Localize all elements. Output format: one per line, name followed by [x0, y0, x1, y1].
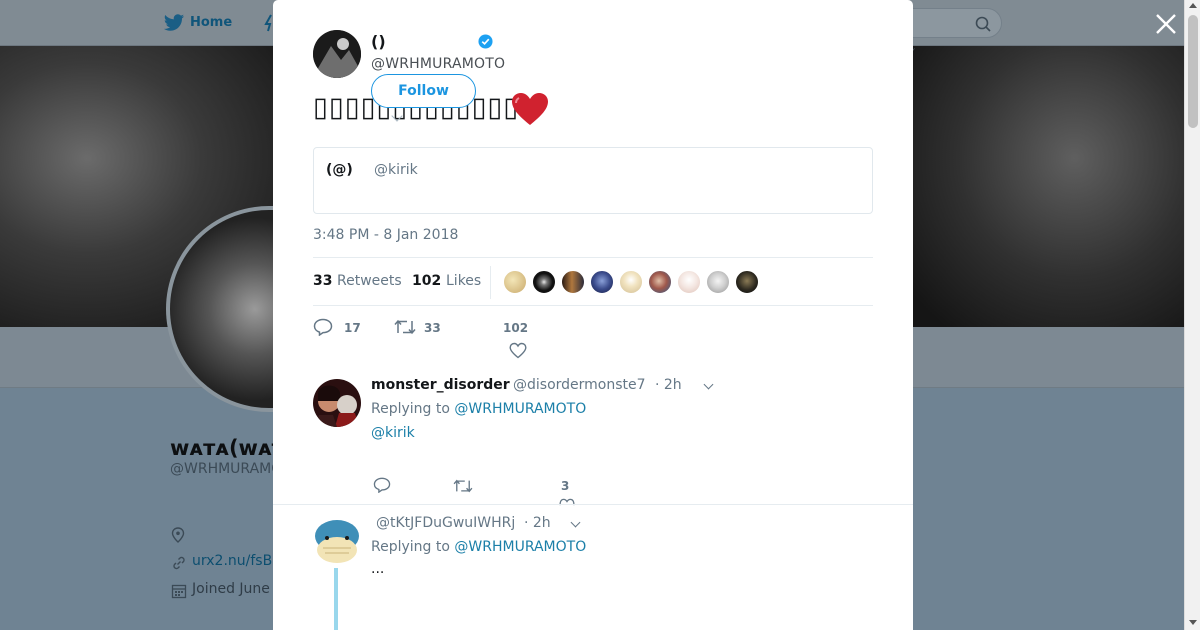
profile-handle: @WRHMURAMC [170, 461, 282, 477]
likers-avatars [503, 270, 759, 294]
liker-avatar[interactable] [503, 270, 527, 294]
retweet-icon [394, 319, 416, 335]
thread-connector-line [334, 568, 338, 630]
nav-home-link[interactable]: Home [190, 15, 232, 30]
verified-badge-icon [478, 34, 493, 49]
reply-time[interactable]: · 2h [524, 515, 551, 531]
replying-to-prefix: Replying to [371, 539, 455, 555]
follow-button[interactable]: Follow [371, 74, 476, 108]
liker-avatar[interactable] [677, 270, 701, 294]
banner-image-right [910, 46, 1184, 327]
retweets-label[interactable]: Retweets [337, 273, 402, 289]
liker-avatar[interactable] [735, 270, 759, 294]
twitter-bird-icon[interactable] [163, 12, 185, 34]
quoted-tweet-author-handle: @kirik [374, 162, 418, 178]
reply-author-avatar[interactable] [313, 516, 361, 564]
reply-menu-chevron-icon[interactable] [703, 379, 714, 390]
reply-divider [273, 504, 913, 505]
tweet-author-name[interactable]: () [371, 32, 386, 51]
liker-avatar[interactable] [619, 270, 643, 294]
profile-joined-date: Joined June [192, 581, 270, 597]
reply-icon [313, 318, 333, 336]
heart-emoji-icon [512, 93, 548, 125]
reply-action[interactable]: 17 [313, 318, 361, 336]
quoted-tweet-author-name: (@) [326, 162, 353, 178]
reply-author-handle[interactable]: @disordermonste7 [513, 377, 646, 393]
quoted-tweet[interactable]: (@) @kirik [313, 147, 873, 214]
replying-to-link[interactable]: @WRHMURAMOTO [454, 539, 586, 555]
replying-to: Replying to @WRHMURAMOTO [371, 401, 586, 417]
profile-website-link[interactable]: urx2.nu/fsB [192, 553, 272, 569]
link-icon [173, 556, 185, 570]
tweet-actions: 17 33 102 [313, 318, 873, 362]
reply-count: 17 [344, 321, 361, 335]
close-icon[interactable] [1154, 12, 1178, 36]
scroll-down-arrow-icon[interactable] [1189, 620, 1197, 625]
reply-author-handle[interactable]: @tKtJFDuGwuIWHRj [376, 515, 515, 531]
likes-label[interactable]: Likes [446, 273, 481, 289]
reply-author-avatar[interactable] [313, 379, 361, 427]
liker-avatar[interactable] [532, 270, 556, 294]
liker-avatar[interactable] [590, 270, 614, 294]
reply-icon[interactable] [373, 477, 391, 493]
retweet-count: 33 [424, 321, 441, 335]
reply-text[interactable]: @kirik [371, 425, 415, 441]
tweet-author-handle[interactable]: @WRHMURAMOTO [371, 56, 505, 72]
replying-to-prefix: Replying to [371, 401, 455, 417]
tweet-modal: () @WRHMURAMOTO ▯▯▯▯▯▯▯▯▯▯▯▯▯ Follow (@)… [273, 0, 913, 630]
reply-like-count: 3 [561, 479, 570, 493]
like-count: 102 [503, 321, 529, 335]
replying-to: Replying to @WRHMURAMOTO [371, 539, 586, 555]
retweet-icon[interactable] [453, 478, 473, 494]
retweets-count[interactable]: 33 [313, 273, 332, 289]
avatar-image [313, 30, 361, 78]
stats-divider [490, 266, 491, 299]
liker-avatar[interactable] [706, 270, 730, 294]
search-icon [975, 16, 991, 32]
tweet-author-avatar[interactable] [313, 30, 361, 78]
avatar-image [313, 516, 361, 564]
page-scrollbar[interactable] [1184, 0, 1200, 630]
likes-count[interactable]: 102 [412, 273, 441, 289]
liker-avatar[interactable] [561, 270, 585, 294]
replying-to-link[interactable]: @WRHMURAMOTO [454, 401, 586, 417]
reply-text[interactable]: ... [371, 561, 384, 577]
liker-avatar[interactable] [648, 270, 672, 294]
reply-time[interactable]: · 2h [655, 377, 682, 393]
like-heart-icon [509, 342, 527, 359]
tweet-timestamp[interactable]: 3:48 PM - 8 Jan 2018 [313, 227, 458, 243]
reply-author-name[interactable]: monster_disorder [371, 377, 510, 393]
reply-menu-chevron-icon[interactable] [570, 517, 581, 528]
avatar-image [313, 379, 361, 427]
location-icon [171, 527, 185, 543]
scroll-up-arrow-icon[interactable] [1189, 3, 1197, 8]
retweet-action[interactable]: 33 [394, 318, 441, 336]
scrollbar-thumb[interactable] [1188, 15, 1198, 128]
tweet-stats: 33 Retweets 102 Likes [313, 257, 873, 306]
calendar-icon [171, 584, 187, 599]
